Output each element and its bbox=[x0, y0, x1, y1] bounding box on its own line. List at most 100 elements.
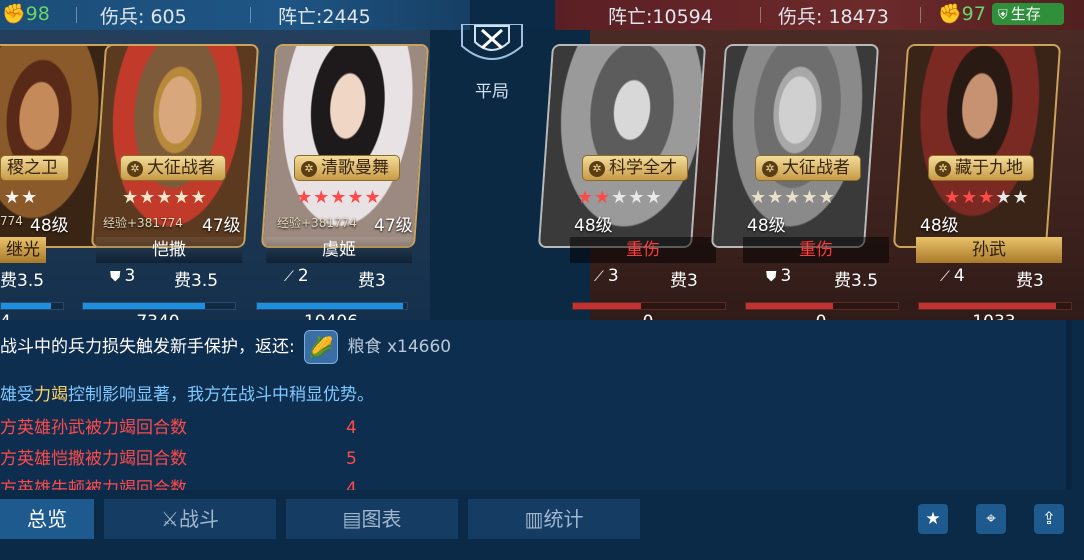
log-row: 方英雄恺撒被力竭回合数 5 bbox=[0, 449, 357, 469]
hero-cost: 费3 bbox=[1016, 271, 1044, 291]
tab-battle[interactable]: ⚔战斗 bbox=[104, 499, 276, 539]
log-protection-line: 战斗中的兵力损失触发新手保护，返还: 🌽 粮食 x14660 bbox=[0, 330, 451, 364]
swords-icon: ⚔ bbox=[161, 507, 179, 531]
battle-emblem-icon bbox=[461, 24, 523, 60]
star-icon: ★ bbox=[925, 509, 941, 529]
hero-name: 恺撒 bbox=[96, 237, 242, 263]
grain-icon: 🌽 bbox=[304, 330, 339, 364]
compass-icon: ✲ bbox=[762, 161, 778, 177]
top-stats-bar: ✊98 伤兵: 605 阵亡:2445 阵亡:10594 伤兵: 18473 ✊… bbox=[0, 0, 1084, 30]
locate-button[interactable]: ⌖ bbox=[976, 504, 1006, 534]
troop-bar bbox=[572, 302, 726, 310]
ally-wounded: 伤兵: 605 bbox=[100, 6, 187, 28]
troop-bar bbox=[918, 302, 1072, 310]
share-button[interactable]: ⇪ bbox=[1034, 504, 1064, 534]
hero-exp: 774 bbox=[0, 214, 23, 228]
log-summary-line: 雄受力竭控制影响显著，我方在战斗中稍显优势。 bbox=[0, 385, 374, 405]
hero-units: ⟋ 2 bbox=[284, 266, 309, 286]
hero-exp: 经验+381774 bbox=[103, 216, 183, 230]
hero-card-enemy-3[interactable] bbox=[892, 44, 1062, 248]
bottom-tab-bar: 总览 ⚔战斗 ▤图表 ▥统计 ★ ⌖ ⇪ bbox=[0, 490, 1084, 560]
shield-unit-icon: ⛊ bbox=[110, 269, 121, 285]
hero-cost: 费3 bbox=[670, 271, 698, 291]
troop-bar bbox=[0, 302, 64, 310]
hero-status: 重伤 bbox=[743, 237, 889, 263]
hero-exp: 经验+381774 bbox=[277, 216, 357, 230]
hero-units: ⛊ 3 bbox=[766, 266, 792, 286]
hero-level: 48级 bbox=[30, 216, 69, 236]
fist-icon: ✊ bbox=[938, 3, 962, 25]
ally-stats-panel bbox=[0, 0, 470, 30]
bar-chart-icon: ▥ bbox=[524, 507, 544, 531]
hero-stars: ★★★★★ bbox=[944, 187, 1030, 208]
enemy-dead: 阵亡:10594 bbox=[608, 6, 713, 28]
hero-name: 虞姬 bbox=[266, 237, 412, 263]
hero-cost: 费3.5 bbox=[174, 271, 219, 291]
compass-icon: ✲ bbox=[589, 161, 605, 177]
hero-trait-tag: ✲ 大征战者 bbox=[755, 155, 861, 181]
tab-statistics[interactable]: ▥统计 bbox=[468, 499, 640, 539]
hero-cost: 费3.5 bbox=[834, 271, 879, 291]
hero-level: 48级 bbox=[747, 216, 786, 236]
hero-portrait bbox=[540, 46, 704, 246]
hero-trait-tag: ✲ 清歌曼舞 bbox=[294, 155, 400, 181]
troop-bar bbox=[82, 302, 236, 310]
table-icon: ▤ bbox=[342, 507, 362, 531]
divider bbox=[250, 7, 251, 23]
hero-stars: ★★★★★ bbox=[750, 187, 836, 208]
fist-icon: ✊ bbox=[2, 3, 26, 25]
spear-icon: ⟋ bbox=[940, 269, 950, 285]
hero-name: 继光 bbox=[0, 237, 46, 263]
hero-name: 孙武 bbox=[916, 237, 1062, 263]
hero-trait-tag: 稷之卫 bbox=[0, 155, 69, 181]
hero-stars: ★★★★★ bbox=[296, 187, 382, 208]
hero-units: ⟋ 4 bbox=[940, 266, 965, 286]
shield-unit-icon: ⛊ bbox=[766, 269, 777, 285]
hero-level: 48级 bbox=[574, 216, 613, 236]
hero-stars: ★★★★★ bbox=[577, 187, 663, 208]
favorite-button[interactable]: ★ bbox=[918, 504, 948, 534]
hero-cost: 费3.5 bbox=[0, 271, 45, 291]
spear-icon: ⟋ bbox=[284, 269, 294, 285]
hero-level: 48级 bbox=[920, 216, 959, 236]
battle-log[interactable]: 战斗中的兵力损失触发新手保护，返还: 🌽 粮食 x14660 雄受力竭控制影响显… bbox=[0, 320, 1070, 490]
hero-stars: ★★ bbox=[4, 187, 39, 208]
spear-icon: ⟋ bbox=[594, 269, 604, 285]
battle-field: 平局 稷之卫 ★★ 774 48级 继光 费3.5 4 ✲大征战者 ★★★★★ … bbox=[0, 24, 1084, 332]
hero-trait-tag: ✲ 科学全才 bbox=[582, 155, 688, 181]
compass-icon: ✲ bbox=[935, 161, 951, 177]
hero-units: ⟋ 3 bbox=[594, 266, 619, 286]
hero-cost: 费3 bbox=[358, 271, 386, 291]
compass-icon: ✲ bbox=[301, 161, 317, 177]
compass-icon: ✲ bbox=[127, 161, 143, 177]
hero-units: ⛊ 3 bbox=[110, 266, 136, 286]
ally-morale: ✊98 bbox=[2, 3, 50, 25]
ally-dead: 阵亡:2445 bbox=[278, 6, 371, 28]
hero-stars: ★★★★★ bbox=[122, 187, 208, 208]
hero-level: 47级 bbox=[374, 216, 413, 236]
divider bbox=[760, 7, 761, 23]
divider bbox=[76, 7, 77, 23]
share-icon: ⇪ bbox=[1041, 509, 1057, 529]
hero-trait-tag: ✲ 藏于九地 bbox=[928, 155, 1034, 181]
hero-level: 47级 bbox=[202, 216, 241, 236]
map-pin-icon: ⌖ bbox=[986, 509, 996, 529]
log-row: 方英雄牛顿被力竭回合数 4 bbox=[0, 479, 357, 490]
troop-bar bbox=[745, 302, 899, 310]
hero-status: 重伤 bbox=[570, 237, 716, 263]
tab-overview[interactable]: 总览 bbox=[0, 499, 94, 539]
enemy-morale: ✊97 bbox=[938, 3, 986, 25]
hero-trait-tag: ✲ 大征战者 bbox=[120, 155, 226, 181]
tab-table[interactable]: ▤图表 bbox=[286, 499, 458, 539]
enemy-wounded: 伤兵: 18473 bbox=[778, 6, 889, 28]
hero-portrait bbox=[713, 46, 877, 246]
survive-badge: ⛨ 生存 bbox=[992, 3, 1064, 25]
battle-result-label: 平局 bbox=[475, 82, 509, 102]
shield-icon: ⛨ bbox=[998, 8, 1008, 23]
divider bbox=[920, 7, 921, 23]
log-scrollbar[interactable] bbox=[1066, 320, 1072, 490]
hero-card-enemy-1[interactable] bbox=[537, 44, 707, 248]
troop-bar bbox=[256, 302, 408, 310]
log-row: 方英雄孙武被力竭回合数 4 bbox=[0, 418, 357, 438]
hero-card-enemy-2[interactable] bbox=[710, 44, 880, 248]
